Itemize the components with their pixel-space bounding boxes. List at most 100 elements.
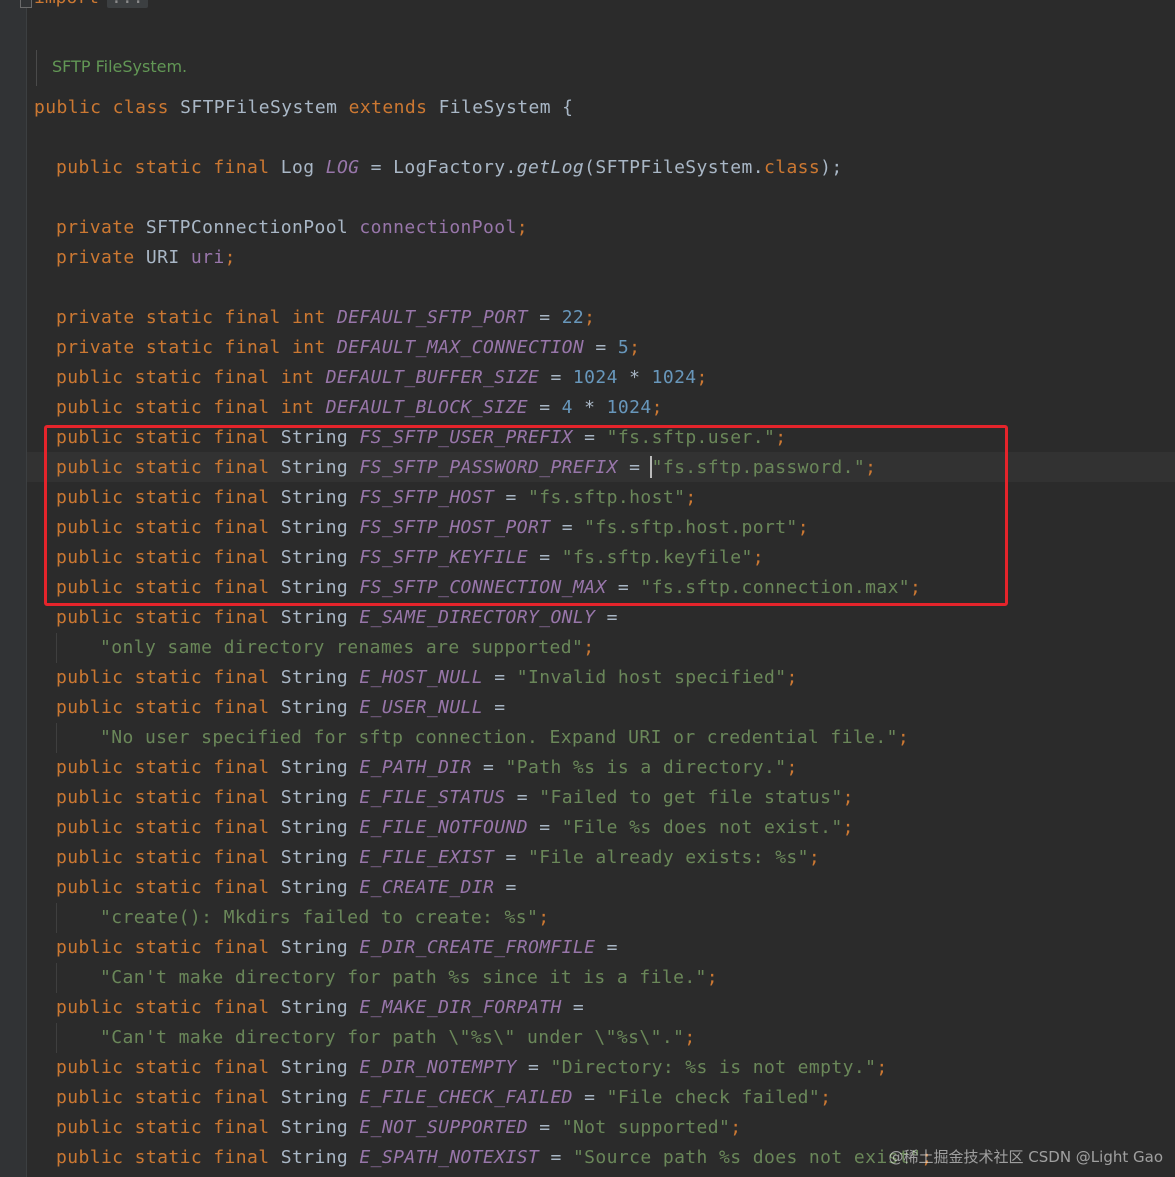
string-constant-line[interactable]: public static final String E_FILE_EXIST … <box>56 843 820 873</box>
constant-name: DEFAULT_SFTP_PORT <box>336 307 528 328</box>
semicolon: ; <box>696 367 708 388</box>
semicolon: ; <box>786 667 798 688</box>
type: String <box>280 847 360 868</box>
assign: = <box>527 817 562 838</box>
type: String <box>280 877 360 898</box>
string-constant-line[interactable]: public static final String E_FILE_STATUS… <box>56 783 854 813</box>
type: String <box>280 607 360 628</box>
string-continuation-line[interactable]: "No user specified for sftp connection. … <box>100 723 909 753</box>
modifiers: public static final <box>56 847 281 868</box>
semicolon: ; <box>583 637 595 658</box>
constant-name: E_USER_NULL <box>359 697 484 718</box>
type: String <box>280 937 360 958</box>
string-literal: "Source path %s does not exist" <box>572 1147 922 1168</box>
class-name: SFTPFileSystem <box>180 97 338 118</box>
base-class: FileSystem <box>438 97 551 118</box>
indent-guide <box>56 903 57 933</box>
constant-name: E_PATH_DIR <box>359 757 472 778</box>
modifiers: public static final <box>56 757 281 778</box>
string-constant-line[interactable]: public static final String E_MAKE_DIR_FO… <box>56 993 584 1023</box>
string-constant-line[interactable]: public static final String E_DIR_NOTEMPT… <box>56 1053 888 1083</box>
number: 1024 <box>572 367 618 388</box>
string-continuation-line[interactable]: "create(): Mkdirs failed to create: %s"; <box>100 903 550 933</box>
string-literal: "Failed to get file status" <box>539 787 843 808</box>
class-declaration[interactable]: public class SFTPFileSystem extends File… <box>34 93 573 123</box>
string-constant-line[interactable]: public static final String E_DIR_CREATE_… <box>56 933 618 963</box>
class-keyword: class <box>763 157 821 178</box>
assign: = <box>505 787 540 808</box>
int-constant-line[interactable]: public static final int DEFAULT_BUFFER_S… <box>56 363 708 393</box>
pool-field-line[interactable]: private SFTPConnectionPool connectionPoo… <box>56 213 528 243</box>
constant-name: E_CREATE_DIR <box>359 877 495 898</box>
assign: = <box>539 367 573 388</box>
type: String <box>280 787 360 808</box>
string-continuation-line[interactable]: "Can't make directory for path \"%s\" un… <box>100 1023 696 1053</box>
semicolon: ; <box>730 1117 742 1138</box>
argument: (SFTPFileSystem. <box>584 157 764 178</box>
string-literal: "Invalid host specified" <box>516 667 787 688</box>
string-constant-line[interactable]: public static final String E_SAME_DIRECT… <box>56 603 618 633</box>
type: URI <box>145 247 191 268</box>
string-constant-line[interactable]: public static final String E_PATH_DIR = … <box>56 753 798 783</box>
field-name: connectionPool <box>359 217 517 238</box>
assign: = <box>483 697 506 718</box>
collapsed-imports[interactable]: ... <box>107 0 148 8</box>
method-call: getLog <box>516 157 585 178</box>
string-literal: "Can't make directory for path \"%s\" un… <box>100 1027 685 1048</box>
string-continuation-line[interactable]: "Can't make directory for path %s since … <box>100 963 718 993</box>
string-constant-line[interactable]: public static final String E_SPATH_NOTEX… <box>56 1143 933 1173</box>
semicolon: ; <box>876 1057 888 1078</box>
doc-comment: SFTP FileSystem. <box>52 57 188 76</box>
string-continuation-line[interactable]: "only same directory renames are support… <box>100 633 594 663</box>
string-constant-line[interactable]: public static final String E_NOT_SUPPORT… <box>56 1113 742 1143</box>
modifiers: private <box>56 217 146 238</box>
assign: = <box>494 847 528 868</box>
modifiers: public static final int <box>56 367 326 388</box>
indent-guide <box>56 963 57 993</box>
constant-name: DEFAULT_BUFFER_SIZE <box>325 367 540 388</box>
string-constant-line[interactable]: public static final String E_FILE_NOTFOU… <box>56 813 854 843</box>
extends-keyword: extends <box>337 97 439 118</box>
log-field-line[interactable]: public static final Log LOG = LogFactory… <box>56 153 843 183</box>
number: 4 <box>561 397 573 418</box>
string-constant-line[interactable]: public static final String E_HOST_NULL =… <box>56 663 798 693</box>
modifiers: private <box>56 247 146 268</box>
assign: = <box>584 337 618 358</box>
string-literal: "File %s does not exist." <box>561 817 843 838</box>
modifiers: public static final <box>56 157 281 178</box>
assign: = <box>483 667 517 688</box>
highlight-annotation-box <box>44 425 1008 606</box>
modifiers: public static final <box>56 997 281 1018</box>
modifiers: public static final <box>56 1117 281 1138</box>
type: String <box>280 1087 360 1108</box>
constant-name: E_FILE_STATUS <box>359 787 506 808</box>
int-constant-line[interactable]: public static final int DEFAULT_BLOCK_SI… <box>56 393 663 423</box>
assign: = LogFactory. <box>359 157 517 178</box>
int-constant-line[interactable]: private static final int DEFAULT_SFTP_PO… <box>56 303 595 333</box>
string-literal: "Path %s is a directory." <box>505 757 787 778</box>
semicolon: ; <box>820 1087 832 1108</box>
field-name: uri <box>190 247 225 268</box>
indent-guide <box>56 1023 57 1053</box>
string-literal: "Not supported" <box>561 1117 731 1138</box>
string-constant-line[interactable]: public static final String E_FILE_CHECK_… <box>56 1083 831 1113</box>
assign: = <box>595 607 618 628</box>
statement-end: ); <box>820 157 843 178</box>
number: 22 <box>561 307 585 328</box>
number: 1024 <box>651 367 697 388</box>
string-literal: "create(): Mkdirs failed to create: %s" <box>100 907 539 928</box>
semicolon: ; <box>684 1027 696 1048</box>
modifiers: private static final int <box>56 337 337 358</box>
type: String <box>280 697 360 718</box>
assign: = <box>494 877 517 898</box>
int-constant-line[interactable]: private static final int DEFAULT_MAX_CON… <box>56 333 640 363</box>
import-line: import... <box>34 0 148 8</box>
uri-field-line[interactable]: private URI uri; <box>56 243 236 273</box>
semicolon: ; <box>842 787 854 808</box>
string-constant-line[interactable]: public static final String E_CREATE_DIR … <box>56 873 517 903</box>
fold-toggle-icon[interactable] <box>20 0 32 8</box>
type: Log <box>280 157 326 178</box>
constant-name: E_FILE_CHECK_FAILED <box>359 1087 573 1108</box>
assign: = <box>516 1057 551 1078</box>
string-constant-line[interactable]: public static final String E_USER_NULL = <box>56 693 506 723</box>
